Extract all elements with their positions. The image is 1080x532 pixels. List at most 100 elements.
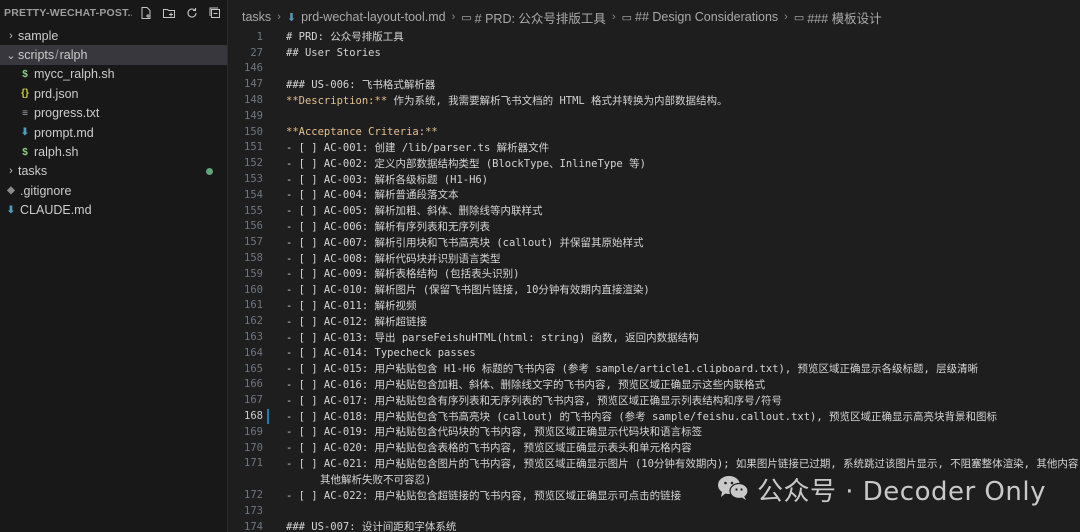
tree-folder-sample[interactable]: › sample (0, 26, 227, 45)
line-content: ### US-007: 设计间距和字体系统 (286, 521, 457, 532)
code-line[interactable]: 166 - [ ] AC-016: 用户粘贴包含加粗、斜体、删除线文字的飞书内容,… (229, 377, 1080, 393)
workspace-title[interactable]: PRETTY-WECHAT-POST... (4, 7, 132, 19)
line-number: 171 (244, 457, 263, 470)
line-text: # PRD: 公众号排版工具 (286, 29, 404, 44)
code-line[interactable]: 157 - [ ] AC-007: 解析引用块和飞书高亮块 (callout) 并… (229, 234, 1080, 250)
shell-file-icon: $ (22, 146, 28, 158)
breadcrumb-symbol[interactable]: ▭ # PRD: 公众号排版工具 (461, 8, 606, 27)
code-line[interactable]: 27 ## User Stories (229, 45, 1080, 61)
code-line[interactable]: 150 **Acceptance Criteria:** (229, 124, 1080, 140)
code-line[interactable]: 161 - [ ] AC-011: 解析视频 (229, 298, 1080, 314)
code-line[interactable]: 149 (229, 108, 1080, 124)
line-number: 148 (244, 94, 263, 107)
breadcrumb-symbol[interactable]: ▭ ## Design Considerations (622, 10, 779, 24)
code-line[interactable]: 1 # PRD: 公众号排版工具 (229, 29, 1080, 45)
line-number: 167 (244, 394, 263, 407)
code-line[interactable]: 152 - [ ] AC-002: 定义内部数据结构类型 (BlockType、I… (229, 155, 1080, 171)
line-number: 168 (244, 410, 263, 423)
code-line[interactable]: 156 - [ ] AC-006: 解析有序列表和无序列表 (229, 219, 1080, 235)
json-file-icon: {} (21, 88, 29, 100)
line-text: - [ ] AC-013: 导出 parseFeishuHTML(html: s… (286, 330, 699, 345)
line-text: - [ ] AC-017: 用户粘贴包含有序列表和无序列表的飞书内容, 预览区域… (286, 393, 782, 408)
line-content: - [ ] AC-005: 解析加粗、斜体、删除线等内联样式 (286, 205, 543, 218)
line-content: ### US-006: 飞书格式解析器 (286, 78, 436, 91)
line-text: - [ ] AC-009: 解析表格结构 (包括表头识别) (286, 266, 519, 281)
line-text: - [ ] AC-019: 用户粘贴包含代码块的飞书内容, 预览区域正确显示代码… (286, 424, 702, 439)
tree-file-prompt-md[interactable]: ⬇ prompt.md (0, 123, 227, 142)
line-content: 作为系统, 我需要解析飞书文档的 HTML 格式并转换为内部数据结构。 (387, 94, 728, 107)
line-content: - [ ] AC-014: Typecheck passes (286, 346, 476, 359)
tree-item-label: prompt.md (34, 125, 94, 140)
line-text: - [ ] AC-002: 定义内部数据结构类型 (BlockType、Inli… (286, 156, 646, 171)
tree-folder-tasks[interactable]: › tasks (0, 162, 227, 181)
code-line[interactable]: 160 - [ ] AC-010: 解析图片 (保留飞书图片链接, 10分钟有效期… (229, 282, 1080, 298)
line-number: 150 (244, 125, 263, 138)
breadcrumb-file-label: prd-wechat-layout-tool.md (301, 10, 446, 24)
refresh-icon[interactable] (184, 6, 199, 21)
heading-symbol-icon: ▭ (793, 11, 805, 24)
code-line[interactable]: 148 **Description:** 作为系统, 我需要解析飞书文档的 HTM… (229, 92, 1080, 108)
line-number: 165 (244, 362, 263, 375)
code-line[interactable]: 162 - [ ] AC-012: 解析超链接 (229, 313, 1080, 329)
line-text: - [ ] AC-015: 用户粘贴包含 H1-H6 标题的飞书内容 (参考 s… (286, 361, 978, 376)
tree-folder-scripts-ralph[interactable]: ⌄ scripts / ralph (0, 45, 227, 65)
chevron-right-icon: › (784, 11, 788, 23)
line-number: 166 (244, 378, 263, 391)
code-line[interactable]: 158 - [ ] AC-008: 解析代码块并识别语言类型 (229, 250, 1080, 266)
tree-file-gitignore[interactable]: ◆ .gitignore (0, 181, 227, 200)
line-number: 1 (256, 30, 263, 43)
chevron-right-icon: › (451, 11, 456, 23)
line-content: - [ ] AC-002: 定义内部数据结构类型 (BlockType、Inli… (286, 157, 646, 170)
chevron-right-icon: › (611, 11, 616, 23)
new-file-icon[interactable] (138, 6, 153, 21)
code-line[interactable]: 153 - [ ] AC-003: 解析各级标题 (H1-H6) (229, 171, 1080, 187)
line-text: ## User Stories (286, 47, 381, 59)
line-content: - [ ] AC-009: 解析表格结构 (包括表头识别) (286, 268, 520, 281)
modified-indicator-dot (206, 167, 213, 175)
code-line[interactable]: 163 - [ ] AC-013: 导出 parseFeishuHTML(html… (229, 329, 1080, 345)
tree-item-label: prd.json (34, 86, 79, 101)
line-number: 151 (244, 141, 263, 154)
line-content: - [ ] AC-012: 解析超链接 (286, 315, 428, 328)
line-content: 其他解析失败不可容忍) (320, 473, 432, 486)
code-line[interactable]: 151 - [ ] AC-001: 创建 /lib/parser.ts 解析器文件 (229, 140, 1080, 156)
breadcrumb-symbol[interactable]: ▭ ### 模板设计 (794, 8, 882, 27)
tree-file-claude-md[interactable]: ⬇ CLAUDE.md (0, 201, 227, 220)
line-number: 159 (244, 267, 263, 280)
markdown-file-icon: ⬇ (6, 204, 16, 216)
tree-file-ralph-sh[interactable]: $ ralph.sh (0, 142, 227, 161)
code-line[interactable]: 146 (229, 61, 1080, 77)
code-line[interactable]: 170 - [ ] AC-020: 用户粘贴包含表格的飞书内容, 预览区域正确显示… (229, 440, 1080, 456)
line-number: 170 (244, 441, 263, 454)
chevron-down-icon: ⌄ (6, 49, 16, 62)
code-line[interactable]: 154 - [ ] AC-004: 解析普通段落文本 (229, 187, 1080, 203)
code-line[interactable]: 167 - [ ] AC-017: 用户粘贴包含有序列表和无序列表的飞书内容, 预… (229, 392, 1080, 408)
code-line[interactable]: 165 - [ ] AC-015: 用户粘贴包含 H1-H6 标题的飞书内容 (参… (229, 361, 1080, 377)
breadcrumb-file[interactable]: ⬇ prd-wechat-layout-tool.md (287, 10, 446, 24)
line-text: - [ ] AC-010: 解析图片 (保留飞书图片链接, 10分钟有效期内直接… (286, 282, 650, 297)
tree-file-prd-json[interactable]: {} prd.json (0, 84, 227, 103)
code-line[interactable]: 168 - [ ] AC-018: 用户粘贴包含飞书高亮块 (callout) 的… (229, 408, 1080, 424)
line-number: 174 (244, 520, 263, 532)
tree-file-mycc-ralph-sh[interactable]: $ mycc_ralph.sh (0, 65, 227, 84)
line-text: **Acceptance Criteria:** (286, 126, 438, 138)
line-text: - [ ] AC-011: 解析视频 (286, 298, 417, 313)
code-line[interactable]: 159 - [ ] AC-009: 解析表格结构 (包括表头识别) (229, 266, 1080, 282)
code-line[interactable]: 169 - [ ] AC-019: 用户粘贴包含代码块的飞书内容, 预览区域正确显… (229, 424, 1080, 440)
code-editor[interactable]: 1 # PRD: 公众号排版工具 27 ## User Stories 146 147 ##… (229, 29, 1080, 532)
new-folder-icon[interactable] (161, 6, 176, 21)
line-text: - [ ] AC-003: 解析各级标题 (H1-H6) (286, 172, 488, 187)
line-number: 146 (244, 62, 263, 75)
watermark: 公众号 · Decoder Only (717, 471, 1046, 508)
code-line[interactable]: 155 - [ ] AC-005: 解析加粗、斜体、删除线等内联样式 (229, 203, 1080, 219)
code-line[interactable]: 164 - [ ] AC-014: Typecheck passes (229, 345, 1080, 361)
code-line[interactable]: 171 - [ ] AC-021: 用户粘贴包含图片的飞书内容, 预览区域正确显示… (229, 456, 1080, 472)
code-line[interactable]: 174 ### US-007: 设计间距和字体系统 (229, 519, 1080, 532)
line-number: 149 (244, 109, 263, 122)
tree-file-progress-txt[interactable]: ≡ progress.txt (0, 104, 227, 123)
code-line[interactable]: 147 ### US-006: 飞书格式解析器 (229, 76, 1080, 92)
breadcrumb-folder[interactable]: tasks (242, 10, 271, 24)
line-content: - [ ] AC-017: 用户粘贴包含有序列表和无序列表的飞书内容, 预览区域… (286, 394, 782, 407)
tree-item-label: scripts (18, 48, 55, 63)
collapse-all-icon[interactable] (207, 6, 222, 21)
